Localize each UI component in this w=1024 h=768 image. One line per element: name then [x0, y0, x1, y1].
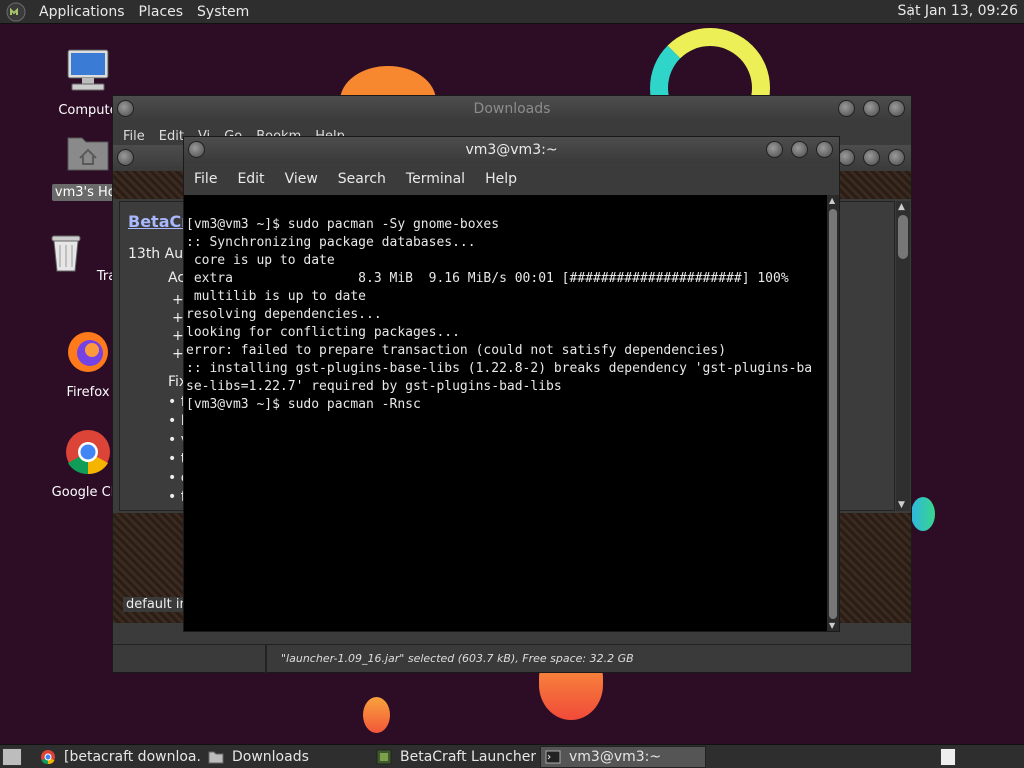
- firefox-icon: [68, 332, 108, 372]
- task-downloads[interactable]: Downloads: [204, 746, 368, 768]
- window-title: vm3@vm3:~: [465, 142, 558, 158]
- terminal-line: resolving dependencies...: [186, 307, 382, 322]
- folder-icon: [208, 751, 224, 764]
- clock[interactable]: Sat Jan 13, 09:26: [898, 3, 1019, 19]
- maximize-button[interactable]: [863, 149, 880, 166]
- scrollbar-thumb[interactable]: [898, 215, 908, 259]
- taskbar: [betacraft downloa... Downloads BetaCraf…: [0, 744, 1024, 768]
- terminal-output[interactable]: [vm3@vm3 ~]$ sudo pacman -Sy gnome-boxes…: [184, 195, 827, 631]
- scrollbar-thumb[interactable]: [829, 209, 837, 619]
- menu-view[interactable]: View: [285, 171, 318, 187]
- window-title: Downloads: [473, 101, 551, 117]
- minimize-button[interactable]: [838, 149, 855, 166]
- terminal-menubar: File Edit View Search Terminal Help: [184, 163, 839, 195]
- scroll-up-icon[interactable]: ▲: [898, 202, 905, 212]
- selection-status: "launcher-1.09_16.jar" selected (603.7 k…: [281, 652, 634, 665]
- terminal-scrollbar[interactable]: ▲ ▼: [827, 195, 839, 631]
- downloads-titlebar[interactable]: Downloads: [113, 96, 911, 122]
- menu-file[interactable]: File: [123, 129, 145, 144]
- terminal-line: :: installing gst-plugins-base-libs (1.2…: [186, 361, 813, 376]
- chrome-icon: [41, 750, 55, 765]
- maximize-button[interactable]: [791, 141, 808, 158]
- task-betacraft-browser[interactable]: [betacraft downloa...: [36, 746, 200, 768]
- terminal-line: [vm3@vm3 ~]$ sudo pacman -Rnsc: [186, 397, 421, 412]
- places-menu[interactable]: Places: [132, 4, 191, 20]
- terminal-line: se-libs=1.22.7' required by gst-plugins-…: [186, 379, 562, 394]
- task-label: BetaCraft Launcher ...: [400, 749, 536, 765]
- terminal-line: [vm3@vm3 ~]$ sudo pacman -Sy gnome-boxes: [186, 217, 500, 232]
- close-button[interactable]: [888, 149, 905, 166]
- system-menu[interactable]: System: [190, 4, 256, 20]
- task-label: [betacraft downloa...: [64, 749, 200, 765]
- workspace-switcher[interactable]: [940, 748, 956, 766]
- top-panel: Applications Places System Sat Jan 13, 0…: [0, 0, 1024, 24]
- terminal-line: :: Synchronizing package databases...: [186, 235, 476, 250]
- terminal-line: error: failed to prepare transaction (co…: [186, 343, 727, 358]
- statusbar: "launcher-1.09_16.jar" selected (603.7 k…: [113, 644, 911, 673]
- menu-edit[interactable]: Edit: [159, 129, 184, 144]
- window-menu-button[interactable]: [117, 149, 134, 166]
- terminal-line: extra 8.3 MiB 9.16 MiB/s 00:01 [########…: [186, 271, 789, 286]
- window-menu-button[interactable]: [117, 100, 134, 117]
- scroll-down-icon[interactable]: ▼: [898, 500, 905, 510]
- terminal-window[interactable]: vm3@vm3:~ File Edit View Search Terminal…: [183, 136, 840, 632]
- applications-menu[interactable]: Applications: [32, 4, 132, 20]
- minimize-button[interactable]: [838, 100, 855, 117]
- menu-file[interactable]: File: [194, 171, 217, 187]
- terminal-line: core is up to date: [186, 253, 335, 268]
- close-button[interactable]: [888, 100, 905, 117]
- terminal-line: looking for conflicting packages...: [186, 325, 460, 340]
- wallpaper-blob: [363, 697, 390, 733]
- desktop-icon-label: Compute: [58, 103, 118, 118]
- wallpaper-blob: [911, 497, 935, 531]
- maximize-button[interactable]: [863, 100, 880, 117]
- terminal-titlebar[interactable]: vm3@vm3:~: [184, 137, 839, 163]
- task-label: Downloads: [232, 749, 309, 765]
- desktop-icon-label: Firefox: [66, 385, 110, 400]
- scroll-up-icon[interactable]: ▲: [829, 196, 835, 205]
- trash-icon: [51, 235, 81, 272]
- home-folder-icon: [67, 137, 109, 171]
- page-scrollbar[interactable]: ▲ ▼: [896, 201, 910, 511]
- scroll-down-icon[interactable]: ▼: [829, 621, 835, 630]
- terminal-line: multilib is up to date: [186, 289, 367, 304]
- menu-search[interactable]: Search: [338, 171, 386, 187]
- task-betacraft-launcher[interactable]: BetaCraft Launcher ...: [372, 746, 536, 768]
- menu-terminal[interactable]: Terminal: [406, 171, 465, 187]
- menu-help[interactable]: Help: [485, 171, 517, 187]
- minimize-button[interactable]: [766, 141, 783, 158]
- page-heading-link[interactable]: BetaCr: [128, 212, 189, 231]
- task-label: vm3@vm3:~: [569, 749, 662, 765]
- window-menu-button[interactable]: [188, 141, 205, 158]
- java-icon: [376, 749, 392, 765]
- chrome-icon: [66, 430, 110, 475]
- mate-logo-icon[interactable]: [6, 2, 26, 22]
- show-desktop-button[interactable]: [2, 748, 22, 766]
- close-button[interactable]: [816, 141, 833, 158]
- statusbar-divider: [265, 645, 267, 673]
- computer-icon: [67, 49, 109, 91]
- menu-edit[interactable]: Edit: [237, 171, 264, 187]
- terminal-icon: [545, 750, 561, 764]
- task-terminal[interactable]: vm3@vm3:~: [540, 746, 706, 768]
